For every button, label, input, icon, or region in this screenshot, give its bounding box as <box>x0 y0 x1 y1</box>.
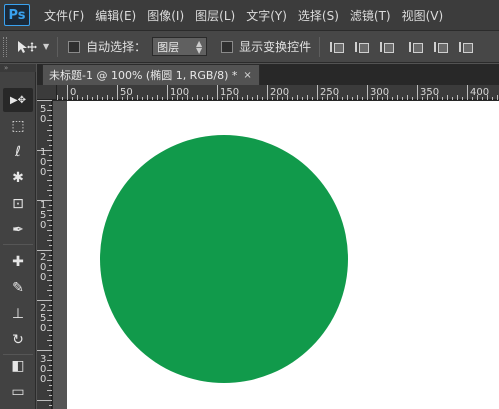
crop-tool-icon[interactable]: ⊡ <box>3 192 33 216</box>
auto-select-target-dropdown[interactable]: 图层 ▲ ▼ <box>152 37 208 56</box>
tools-panel: ▶✥ ⬚ ℓ ✱ ⊡ ✒ ✚ ✎ ⊥ ↻ ◧ ▭ <box>0 72 36 409</box>
ruler-label: 50 <box>120 87 133 98</box>
brush-tool-icon[interactable]: ✎ <box>3 276 33 300</box>
align-left-icon[interactable] <box>409 40 424 54</box>
magic-wand-tool-icon[interactable]: ✱ <box>3 166 33 190</box>
menu-bar: Ps 文件(F) 编辑(E) 图像(I) 图层(L) 文字(Y) 选择(S) 滤… <box>0 0 499 30</box>
healing-brush-tool-icon[interactable]: ✚ <box>3 250 33 274</box>
ruler-label: 400 <box>470 87 489 98</box>
menu-type[interactable]: 文字(Y) <box>246 7 287 24</box>
document-tab-title: 未标题-1 @ 100% (椭圆 1, RGB/8) * <box>49 69 238 82</box>
tools-panel-collapse[interactable]: » <box>0 64 36 72</box>
menu-filter[interactable]: 滤镜(T) <box>350 7 391 24</box>
ruler-label: 0 <box>40 220 46 231</box>
photoshop-window: Ps 文件(F) 编辑(E) 图像(I) 图层(L) 文字(Y) 选择(S) 滤… <box>0 0 499 409</box>
ruler-label: 0 <box>40 167 46 178</box>
auto-select-label: 自动选择： <box>86 40 147 54</box>
align-right-icon[interactable] <box>459 40 474 54</box>
close-icon[interactable]: × <box>243 70 251 81</box>
menu-view[interactable]: 视图(V) <box>402 7 444 24</box>
ruler-label: 100 <box>170 87 189 98</box>
auto-select-checkbox[interactable] <box>68 40 81 53</box>
marquee-tool-icon[interactable]: ⬚ <box>3 114 33 138</box>
options-bar-grip[interactable] <box>3 36 7 57</box>
auto-select-target-value: 图层 <box>157 40 180 54</box>
divider <box>57 36 59 57</box>
ruler-label: 0 <box>40 323 46 334</box>
document-tab[interactable]: 未标题-1 @ 100% (椭圆 1, RGB/8) * × <box>42 64 260 85</box>
menu-file[interactable]: 文件(F) <box>44 7 84 24</box>
ruler-label: 0 <box>40 272 46 283</box>
eyedropper-tool-icon[interactable]: ✒ <box>3 218 33 242</box>
menu-layer[interactable]: 图层(L) <box>195 7 235 24</box>
menu-image[interactable]: 图像(I) <box>147 7 184 24</box>
align-bottom-icon[interactable] <box>380 40 395 54</box>
gradient-tool-icon[interactable]: ▭ <box>3 380 33 404</box>
ruler-label: 250 <box>320 87 339 98</box>
menu-edit[interactable]: 编辑(E) <box>95 7 136 24</box>
vertical-ruler[interactable]: 50100150200250300 <box>37 100 52 409</box>
menu-select[interactable]: 选择(S) <box>298 7 339 24</box>
move-tool-icon[interactable]: ▶✥ <box>3 88 33 112</box>
ruler-origin[interactable] <box>37 85 57 100</box>
ruler-label: 0 <box>40 374 46 385</box>
lasso-tool-icon[interactable]: ℓ <box>3 140 33 164</box>
move-tool-icon <box>18 40 37 53</box>
chevron-down-icon: ▼ <box>43 42 50 51</box>
ruler-label: 150 <box>220 87 239 98</box>
options-bar: ▼ 自动选择： 图层 ▲ ▼ 显示变换控件 <box>0 30 499 63</box>
tool-preset-picker[interactable]: ▼ <box>17 40 49 54</box>
tool-group-divider <box>3 244 33 245</box>
align-buttons <box>330 40 484 54</box>
history-brush-tool-icon[interactable]: ↻ <box>3 328 33 352</box>
align-top-icon[interactable] <box>330 40 345 54</box>
horizontal-ruler-ticks: 0 50 100 150 200 250 300 350 400 <box>57 85 498 100</box>
eraser-tool-icon[interactable]: ◧ <box>3 354 33 378</box>
ps-logo: Ps <box>4 4 30 26</box>
show-transform-checkbox[interactable] <box>221 40 234 53</box>
ruler-label: 0 <box>70 87 76 98</box>
align-hcenter-icon[interactable] <box>434 40 449 54</box>
horizontal-ruler[interactable]: 0 50 100 150 200 250 300 350 400 <box>57 85 499 100</box>
ruler-label: 350 <box>420 87 439 98</box>
show-transform-label: 显示变换控件 <box>239 40 312 54</box>
ruler-label: 200 <box>270 87 289 98</box>
ruler-label: 0 <box>40 114 46 125</box>
ruler-label: 300 <box>370 87 389 98</box>
align-vcenter-icon[interactable] <box>355 40 370 54</box>
divider <box>319 36 321 57</box>
ellipse-shape[interactable] <box>100 135 348 383</box>
stamp-tool-icon[interactable]: ⊥ <box>3 302 33 326</box>
vertical-ruler-ticks: 50100150200250300 <box>37 100 52 406</box>
stepper-icon: ▲ ▼ <box>196 38 203 55</box>
